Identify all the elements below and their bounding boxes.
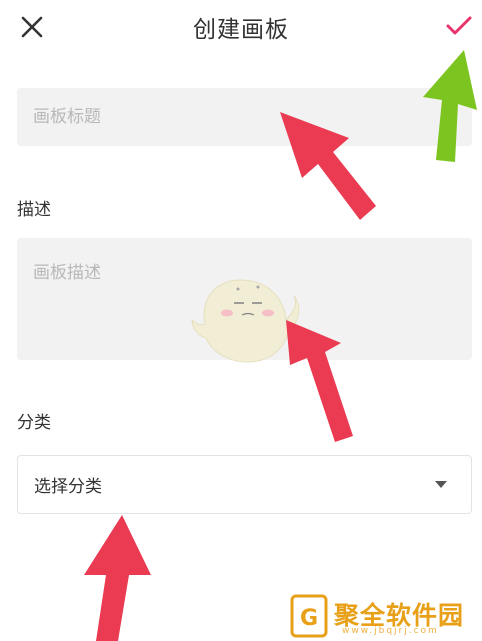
site-watermark: G 聚全软件园 www.jbqjrj.com [290, 592, 482, 641]
description-label: 描述 [17, 200, 51, 220]
watermark-text: 聚全软件园 [334, 601, 465, 630]
category-select[interactable]: 选择分类 [17, 455, 472, 514]
board-title-input[interactable] [17, 88, 472, 146]
dropdown-caret-icon [435, 481, 447, 488]
close-button[interactable] [14, 9, 50, 45]
board-description-input[interactable] [17, 238, 472, 360]
category-label: 分类 [17, 413, 51, 433]
watermark-badge-letter: G [300, 606, 318, 631]
header-bar: 创建画板 [0, 0, 482, 56]
page-title: 创建画板 [193, 17, 289, 43]
red-arrow-category [84, 515, 151, 641]
close-icon [21, 16, 43, 38]
watermark-logo-icon: G [290, 594, 328, 638]
category-select-text: 选择分类 [34, 477, 102, 497]
watermark-url: www.jbqjrj.com [342, 626, 439, 636]
checkmark-icon [446, 16, 472, 35]
confirm-button[interactable] [440, 8, 478, 44]
